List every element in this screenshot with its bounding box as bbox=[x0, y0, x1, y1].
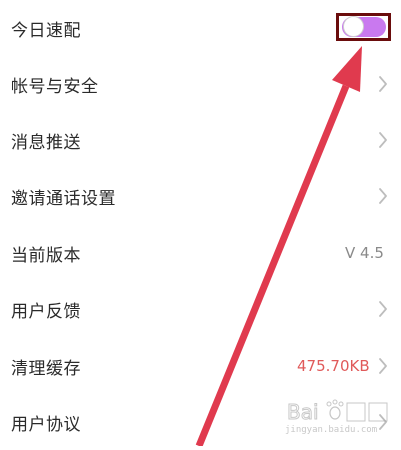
setting-row-current-version: 当前版本 V 4.5 bbox=[0, 225, 401, 281]
setting-label-current-version: 当前版本 bbox=[11, 245, 81, 266]
setting-label-push-notifications: 消息推送 bbox=[11, 132, 81, 153]
cache-size-value: 475.70KB bbox=[297, 357, 370, 375]
setting-row-feedback[interactable]: 用户反馈 bbox=[0, 281, 401, 337]
chevron-right-icon bbox=[378, 301, 388, 317]
chevron-right-icon bbox=[378, 132, 388, 148]
setting-row-account-security[interactable]: 帐号与安全 bbox=[0, 56, 401, 112]
chevron-right-icon bbox=[378, 358, 388, 374]
chevron-right-icon bbox=[378, 188, 388, 204]
toggle-highlight-box bbox=[336, 13, 391, 41]
setting-label-user-agreement: 用户协议 bbox=[11, 414, 81, 435]
setting-label-account-security: 帐号与安全 bbox=[11, 76, 99, 97]
svg-text:Bai: Bai bbox=[287, 400, 319, 424]
setting-label-call-invite: 邀请通话设置 bbox=[11, 188, 116, 209]
setting-label-feedback: 用户反馈 bbox=[11, 301, 81, 322]
baidu-jingyan-watermark: Bai jingyan.baidu.com bbox=[285, 397, 397, 439]
version-value: V 4.5 bbox=[345, 244, 384, 262]
setting-label-clear-cache: 清理缓存 bbox=[11, 358, 81, 379]
baidu-paw-icon: Bai bbox=[287, 399, 388, 425]
chevron-right-icon bbox=[378, 76, 388, 92]
setting-row-push-notifications[interactable]: 消息推送 bbox=[0, 112, 401, 168]
setting-label-quick-match: 今日速配 bbox=[11, 20, 81, 41]
setting-row-call-invite[interactable]: 邀请通话设置 bbox=[0, 168, 401, 224]
watermark-url: jingyan.baidu.com bbox=[285, 425, 378, 435]
setting-row-clear-cache[interactable]: 清理缓存 475.70KB bbox=[0, 338, 401, 394]
